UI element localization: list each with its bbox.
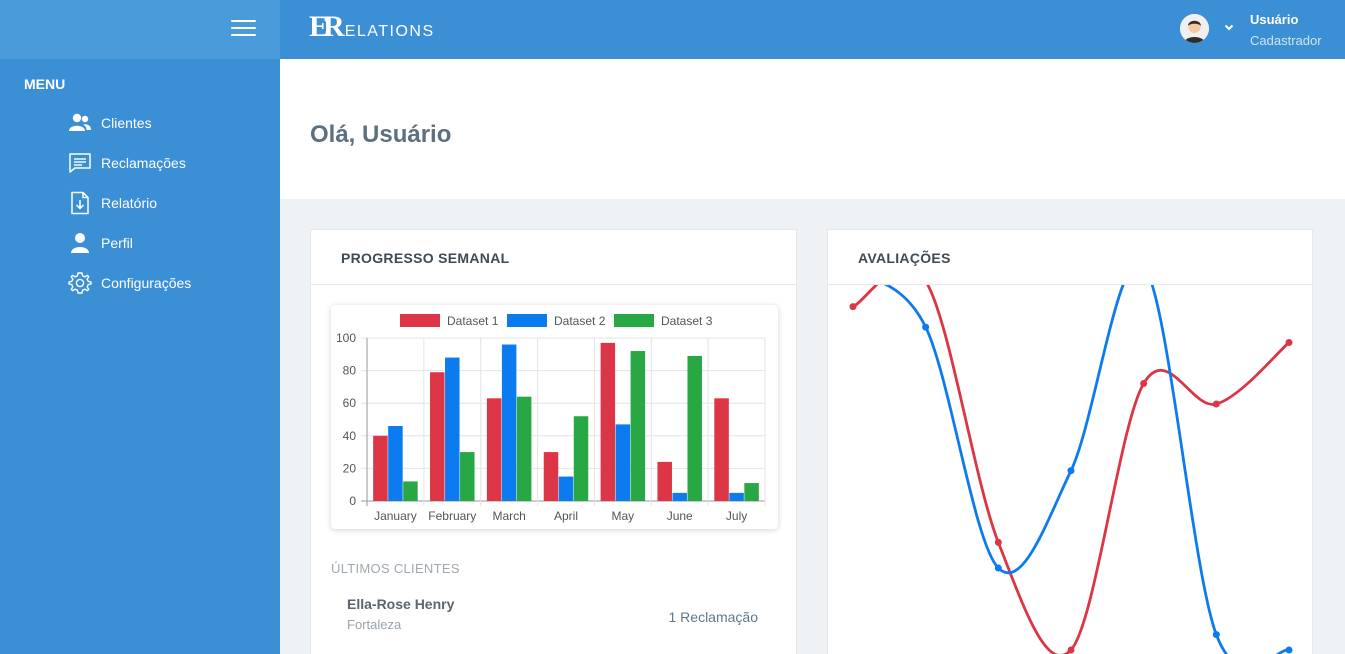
legend-swatch	[507, 314, 547, 327]
card-title: AVALIAÇÕES	[828, 230, 1312, 285]
line-point	[849, 303, 857, 311]
bar	[744, 483, 759, 501]
x-tick-label: February	[428, 509, 476, 523]
user-name: Usuário	[1250, 12, 1299, 27]
file-download-icon	[68, 191, 92, 215]
legend-label: Dataset 1	[447, 314, 499, 328]
line-point	[922, 323, 930, 331]
bar	[460, 452, 475, 501]
line-point	[1067, 467, 1075, 475]
logo-text: ELATIONS	[344, 22, 435, 40]
legend-label: Dataset 3	[661, 314, 713, 328]
gear-icon	[68, 271, 92, 295]
users-icon	[68, 111, 92, 135]
hamburger-menu-icon[interactable]	[231, 20, 256, 38]
top-navbar: ER ELATIONS Usuário Cadastrador	[280, 0, 1345, 59]
client-name: Ella-Rose Henry	[347, 596, 455, 612]
sidebar-header	[0, 0, 280, 59]
bar-chart-container: Dataset 1 Dataset 2 Dataset 3 0 20 40 60 80 100 J…	[331, 305, 778, 529]
sidebar-item-label: Perfil	[101, 235, 133, 251]
y-tick-label: 0	[349, 494, 356, 508]
bar	[543, 452, 559, 501]
bar	[373, 435, 388, 501]
line-point	[1285, 646, 1293, 654]
logo-mark: ER	[309, 10, 345, 43]
x-tick-label: April	[554, 509, 578, 523]
bar	[486, 398, 502, 501]
chevron-down-icon[interactable]	[1223, 20, 1235, 32]
bar	[714, 398, 729, 501]
card-title: PROGRESSO SEMANAL	[311, 230, 796, 285]
sidebar-item-clientes[interactable]: Clientes	[68, 110, 152, 136]
y-tick-label: 40	[343, 429, 357, 443]
client-city: Fortaleza	[347, 617, 402, 632]
bar	[430, 372, 445, 501]
bar	[729, 492, 744, 501]
sidebar: MENU Clientes Reclamações Relatório Perf…	[0, 0, 280, 654]
legend-swatch	[400, 314, 440, 327]
bar	[516, 396, 532, 501]
bar	[657, 461, 672, 501]
weekly-progress-card: PROGRESSO SEMANAL Dataset 1 Dataset 2 Data…	[310, 229, 797, 654]
bar	[615, 424, 631, 501]
sidebar-item-label: Relatório	[101, 195, 158, 211]
y-tick-label: 60	[343, 396, 357, 410]
sidebar-item-configuracoes[interactable]: Configurações	[68, 270, 191, 296]
sidebar-item-label: Configurações	[101, 275, 192, 291]
line-point	[1140, 380, 1148, 387]
legend-label: Dataset 2	[554, 314, 606, 328]
menu-title: MENU	[24, 76, 66, 92]
sidebar-item-perfil[interactable]: Perfil	[68, 230, 133, 256]
user-role: Cadastrador	[1250, 33, 1322, 48]
sidebar-item-relatorio[interactable]: Relatório	[68, 190, 157, 216]
ratings-card: AVALIAÇÕES	[827, 229, 1313, 654]
x-tick-label: July	[726, 509, 747, 523]
line-point	[1067, 646, 1075, 654]
x-tick-label: June	[667, 509, 693, 523]
bar	[687, 355, 702, 501]
line-point	[994, 564, 1002, 572]
sidebar-item-label: Clientes	[101, 115, 152, 131]
legend-swatch	[614, 314, 654, 327]
x-tick-label: March	[492, 509, 525, 523]
line-point	[1212, 400, 1220, 408]
y-tick-label: 100	[336, 331, 356, 345]
bar	[672, 492, 687, 501]
bar	[403, 481, 418, 501]
x-tick-label: January	[374, 509, 417, 523]
x-tick-label: May	[612, 509, 635, 523]
sidebar-item-label: Reclamações	[101, 155, 186, 171]
page-title: Olá, Usuário	[310, 121, 452, 148]
bar	[573, 416, 589, 501]
bar-chart: Dataset 1 Dataset 2 Dataset 3 0 20 40 60 80 100 J…	[336, 314, 766, 523]
line-point	[1285, 339, 1293, 346]
bar	[501, 344, 517, 501]
recent-clients-label: ÚLTIMOS CLIENTES	[331, 561, 460, 576]
line-point	[1212, 631, 1220, 639]
bar	[445, 357, 460, 501]
bar	[630, 351, 646, 501]
user-icon	[68, 231, 92, 255]
sidebar-item-reclamacoes[interactable]: Reclamações	[68, 150, 186, 176]
line-chart	[849, 285, 1293, 654]
y-tick-label: 20	[343, 461, 357, 475]
bar	[388, 426, 403, 501]
line-point	[994, 538, 1002, 546]
bar	[600, 342, 616, 501]
message-icon	[68, 151, 92, 175]
greeting-panel: Olá, Usuário	[280, 59, 1345, 199]
client-complaints-link[interactable]: 1 Reclamação	[669, 609, 759, 625]
bar	[558, 476, 574, 501]
user-avatar[interactable]	[1180, 14, 1209, 43]
y-tick-label: 80	[343, 364, 357, 378]
app-logo[interactable]: ER ELATIONS	[309, 10, 435, 44]
